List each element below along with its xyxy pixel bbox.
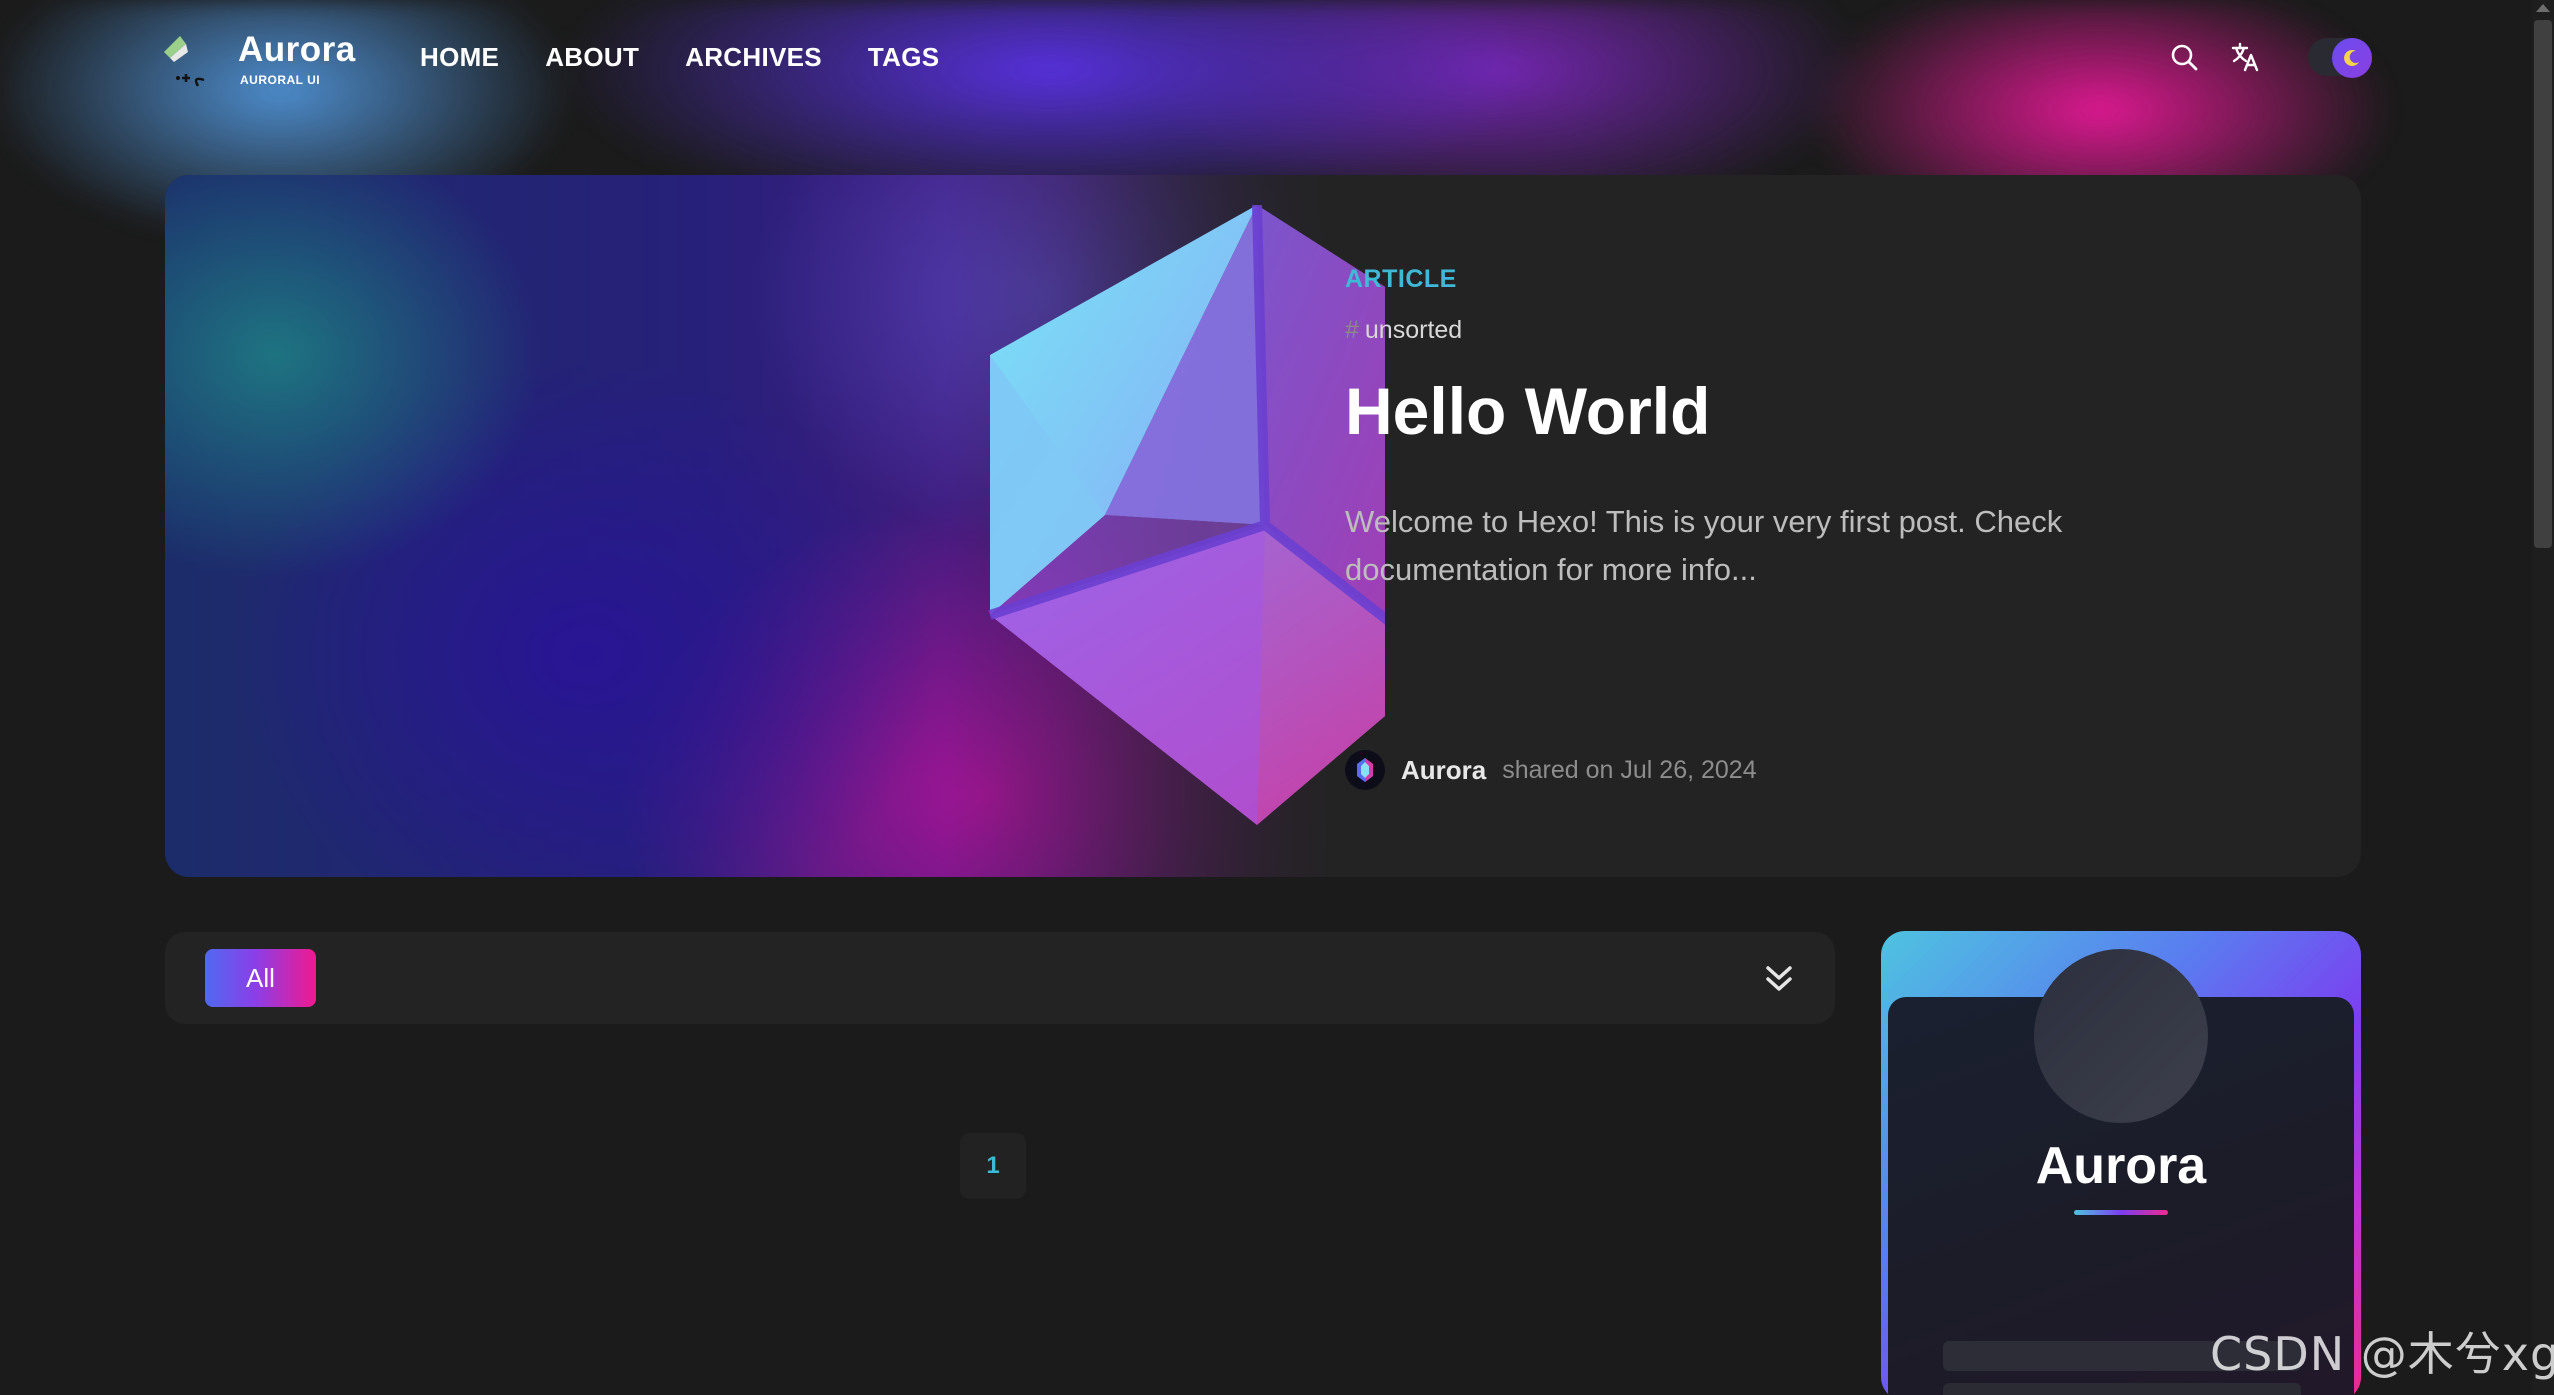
theme-toggle[interactable]	[2308, 38, 2372, 78]
search-button[interactable]	[2168, 41, 2200, 73]
nav-archives[interactable]: ARCHIVES	[685, 42, 822, 73]
search-icon	[2171, 44, 2198, 71]
nav-tags[interactable]: TAGS	[868, 42, 940, 73]
nav-home[interactable]: HOME	[420, 42, 499, 73]
scroll-up-arrow-icon[interactable]	[2536, 4, 2550, 12]
profile-avatar[interactable]	[2034, 949, 2208, 1123]
site-header: Aurora AURORAL UI HOME ABOUT ARCHIVES TA…	[0, 0, 2554, 120]
theme-toggle-knob	[2332, 38, 2372, 78]
header-actions	[2168, 38, 2372, 78]
article-excerpt: Welcome to Hexo! This is your very first…	[1345, 503, 2063, 587]
profile-name-underline	[2074, 1210, 2168, 1215]
double-chevron-down-icon[interactable]	[1761, 960, 1797, 996]
tag-hash-icon: #	[1345, 316, 1359, 344]
featured-article-card[interactable]: ARTICLE # unsorted Hello World Welcome to…	[165, 175, 2361, 877]
page: Aurora AURORAL UI HOME ABOUT ARCHIVES TA…	[0, 0, 2554, 1395]
article-tag-label: unsorted	[1364, 316, 1463, 344]
moon-icon	[2344, 49, 2359, 66]
site-subtitle: AURORAL UI	[240, 73, 321, 87]
site-title[interactable]: Aurora	[238, 30, 356, 70]
hexo-cube-graphic-icon	[988, 205, 1385, 825]
article-title[interactable]: Hello World	[1345, 375, 2245, 448]
featured-article-content: ARTICLE # unsorted Hello World Welcome to…	[1345, 265, 2245, 594]
translate-button[interactable]	[2230, 41, 2262, 73]
watermark: CSDN @木兮xg	[2210, 1327, 2554, 1381]
profile-loading-placeholder-2	[1943, 1383, 2301, 1395]
site-logo-icon[interactable]	[160, 30, 208, 90]
article-date: shared on Jul 26, 2024	[1502, 755, 1757, 784]
author-avatar[interactable]	[1345, 750, 1385, 790]
page-scrollbar[interactable]	[2532, 0, 2554, 1395]
category-filter-bar: All	[165, 932, 1835, 1024]
pagination-page-1[interactable]: 1	[960, 1133, 1026, 1199]
article-tag[interactable]: # unsorted	[1345, 316, 2245, 345]
article-kind-label: ARTICLE	[1345, 265, 1457, 293]
nav-about[interactable]: ABOUT	[545, 42, 639, 73]
category-all-button[interactable]: All	[205, 949, 316, 1007]
profile-name: Aurora	[2035, 1137, 2207, 1195]
author-name[interactable]: Aurora	[1401, 755, 1486, 786]
scrollbar-thumb[interactable]	[2534, 20, 2552, 548]
article-meta: Aurora shared on Jul 26, 2024	[1345, 750, 1757, 790]
translate-icon	[2231, 42, 2259, 72]
main-nav: HOME ABOUT ARCHIVES TAGS	[420, 42, 939, 73]
author-avatar-icon	[1357, 758, 1373, 782]
